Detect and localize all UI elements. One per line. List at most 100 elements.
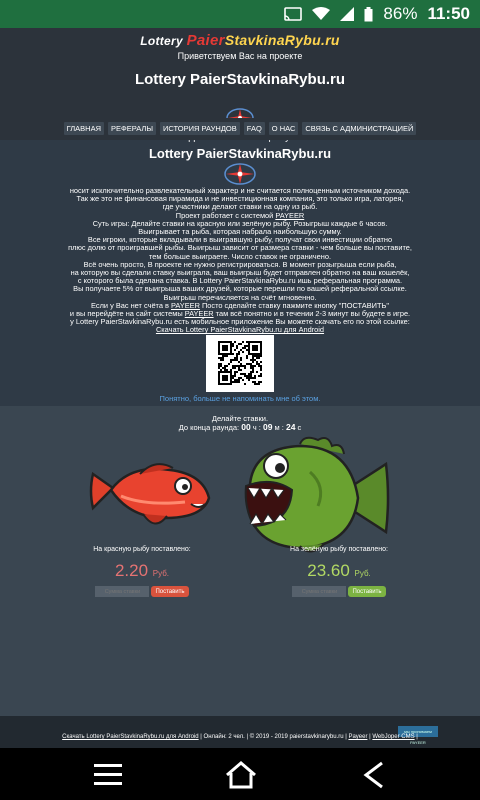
qr-module [218,365,220,367]
green-fish-total: 23.60 Руб. [274,561,404,581]
qr-module [260,375,262,377]
main-nav: ГЛАВНАЯ РЕФЕРАЛЫ ИСТОРИЯ РАУНДОВ FAQ О Н… [0,122,480,135]
status-bar: 86% 11:50 [0,0,480,28]
qr-module [246,357,248,359]
dismiss-link[interactable]: Понятно, больше не напоминать мне об это… [0,394,480,403]
qr-module [222,367,224,369]
red-fish-bet-panel: На красную рыбу поставлено: 2.20 Руб. По… [77,546,207,597]
qr-module [250,375,252,377]
qr-module [248,377,250,379]
qr-module [246,375,248,377]
home-icon[interactable] [224,761,258,789]
footer-payeer-link[interactable]: Payeer [348,734,367,740]
red-fish-image[interactable] [85,456,215,536]
green-bet-row: Поставить [274,586,404,597]
nav-about[interactable]: О НАС [268,122,299,135]
qr-module [242,365,244,367]
qr-module [236,371,238,373]
info-title: Lottery PaierStavkinaRybu.ru [148,146,332,161]
timer-seconds-unit: с [297,423,302,432]
site-logo[interactable]: Lottery PaierStavkinaRybu.ru [0,32,480,49]
qr-module [250,373,252,375]
qr-module [218,363,220,365]
qr-module [260,369,262,371]
nav-contact[interactable]: СВЯЗЬ С АДМИНИСТРАЦИЕЙ [302,122,417,135]
qr-module [244,373,246,375]
qr-module [248,373,250,375]
qr-module [234,379,236,381]
logo-part-site: StavkinaRybu.ru [224,32,340,48]
timer-seconds: 24 [285,422,296,432]
qr-module [236,381,238,383]
qr-code [206,335,274,392]
qr-module [256,361,258,363]
qr-module [250,371,252,373]
round-timer: До конца раунда: 00 ч : 09 м : 24 с [178,422,302,432]
qr-module [244,383,246,385]
qr-module [240,373,242,375]
red-bet-amount-input[interactable] [95,586,150,597]
qr-module [258,355,260,357]
qr-module [228,363,230,365]
site-header: Lottery PaierStavkinaRybu.ru Приветствуе… [0,28,480,142]
greeting: Приветствуем Вас на проекте [177,51,303,61]
copyright: © 2019 - 2019 paierstavkinarybu.ru [249,734,344,740]
qr-module [254,377,256,379]
qr-module [222,355,224,357]
nav-referrals[interactable]: РЕФЕРАЛЫ [108,122,156,135]
green-fish-currency: Руб. [354,569,371,578]
qr-module [246,349,248,351]
qr-module [238,377,240,379]
qr-module [234,381,236,383]
qr-module [240,365,242,367]
qr-module [234,365,236,367]
green-fish-total-label: На зелёную рыбу поставлено: [290,546,388,553]
back-icon[interactable] [362,761,386,789]
qr-module [252,367,254,369]
qr-module [220,365,222,367]
green-fish-image[interactable] [240,436,390,556]
qr-module [226,369,228,371]
page-title: Lottery PaierStavkinaRybu.ru [134,71,346,88]
qr-module [258,365,260,367]
red-bet-button[interactable]: Поставить [151,586,189,597]
qr-module [260,355,262,357]
qr-module [252,357,254,359]
battery-level: 86% [383,4,418,23]
qr-module [250,363,252,365]
qr-module [254,381,256,383]
qr-module [258,381,260,383]
red-fish-currency: Руб. [152,569,170,578]
qr-module [256,371,258,373]
qr-module [234,371,236,373]
battery-icon [364,6,373,22]
qr-module [232,381,234,383]
qr-module [232,359,234,361]
qr-module [252,359,254,361]
qr-module [244,367,246,369]
qr-module [258,357,260,359]
qr-module [238,351,240,353]
footer-cms-link[interactable]: WebJoper CMS [372,734,414,740]
footer-line: Скачать Lottery PaierStavkinaRybu.ru для… [62,734,418,740]
qr-module [240,359,242,361]
nav-home[interactable]: ГЛАВНАЯ [63,122,105,135]
nav-faq[interactable]: FAQ [243,122,265,135]
qr-module [232,345,234,347]
qr-module [242,379,244,381]
qr-module [244,345,246,347]
android-download-link[interactable]: Скачать Lottery PaierStavkinaRybu.ru для… [156,325,324,334]
qr-module [236,359,238,361]
footer-download-link[interactable]: Скачать Lottery PaierStavkinaRybu.ru для… [62,734,198,740]
green-bet-amount-input[interactable] [292,586,347,597]
qr-module [224,365,226,367]
qr-module [246,377,248,379]
qr-module [240,377,242,379]
game-section: Делайте ставки. До конца раунда: 00 ч : … [0,406,480,716]
qr-module [252,361,254,363]
red-fish-amount: 2.20 [114,561,149,580]
qr-module [256,363,258,365]
nav-rounds-history[interactable]: ИСТОРИЯ РАУНДОВ [159,122,240,135]
menu-icon[interactable] [92,761,124,789]
green-bet-button[interactable]: Поставить [348,586,386,597]
